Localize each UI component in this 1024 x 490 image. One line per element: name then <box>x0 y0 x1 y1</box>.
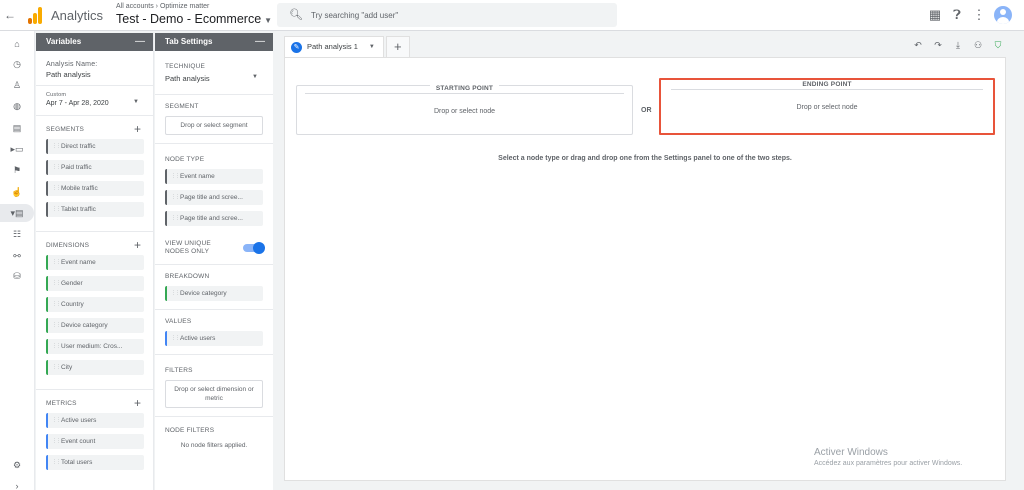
node-type-chip[interactable]: Page title and scree... <box>165 211 263 226</box>
segment-chip[interactable]: Direct traffic <box>46 139 144 154</box>
tab-settings-header: Tab Settings — <box>155 33 273 51</box>
apps-grid-icon[interactable]: ▦ <box>928 6 942 24</box>
add-metric-icon[interactable]: + <box>134 396 141 410</box>
starting-point-title: STARTING POINT <box>429 85 500 92</box>
download-icon[interactable]: ⤓ <box>952 40 964 51</box>
top-right-icons: ▦ ❓︎ ⋮ <box>928 6 1012 24</box>
dimension-chip[interactable]: Event name <box>46 255 144 270</box>
filters-drop-zone[interactable]: Drop or select dimension or metric <box>165 380 263 408</box>
node-type-chip[interactable]: Page title and scree... <box>165 190 263 205</box>
devices-icon[interactable]: ▸▭ <box>8 142 26 156</box>
analysis-tabs: ✎ Path analysis 1 ▼ + <box>284 36 410 57</box>
unique-nodes-toggle[interactable] <box>243 242 265 254</box>
tab-path-analysis-1[interactable]: ✎ Path analysis 1 ▼ <box>284 36 384 57</box>
date-range-selector[interactable]: Custom Apr 7 - Apr 28, 2020 ▼ <box>36 86 153 116</box>
network-icon[interactable]: ⚯ <box>8 249 26 263</box>
clock-icon[interactable]: ◷ <box>8 57 26 71</box>
search-icon: 🔍︎ <box>289 9 303 21</box>
help-icon[interactable]: ❓︎ <box>950 6 964 24</box>
breadcrumb[interactable]: All accounts › Optimize matter <box>116 3 209 10</box>
analysis-name-label: Analysis Name: <box>46 61 98 68</box>
person-icon[interactable]: ♙ <box>8 78 26 92</box>
dimension-chip[interactable]: Country <box>46 297 144 312</box>
variables-panel: Variables — Analysis Name: Path analysis … <box>36 33 154 490</box>
metrics-section: METRICS + Active users Event count Total… <box>36 390 153 478</box>
dimensions-section: DIMENSIONS + Event name Gender Country D… <box>36 232 153 390</box>
segment-drop-zone[interactable]: Drop or select segment <box>165 116 263 135</box>
more-vert-icon[interactable]: ⋮ <box>972 6 986 24</box>
share-icon[interactable]: ⚇ <box>972 40 984 51</box>
dimension-chip[interactable]: Device category <box>46 318 144 333</box>
database-icon[interactable]: ⛁ <box>8 269 26 283</box>
redo-icon[interactable]: ↷ <box>932 40 944 51</box>
canvas-hint: Select a node type or drag and drop one … <box>498 155 792 162</box>
starting-point-drop: Drop or select node <box>433 108 496 115</box>
search-bar[interactable]: 🔍︎ <box>277 3 617 27</box>
hand-icon[interactable]: ☝ <box>8 185 26 199</box>
technique-select[interactable]: Path analysis ▼ <box>165 74 260 86</box>
settings-icon[interactable]: ⚙ <box>8 458 26 472</box>
search-input[interactable] <box>311 8 601 22</box>
metric-chip[interactable]: Event count <box>46 434 144 449</box>
home-icon[interactable]: ⌂ <box>8 37 26 51</box>
shield-icon[interactable]: ⛉ <box>992 40 1004 51</box>
starting-point-node[interactable]: STARTING POINT Drop or select node <box>296 85 633 135</box>
minimize-icon[interactable]: — <box>255 33 265 51</box>
add-tab-button[interactable]: + <box>385 36 410 57</box>
property-name: Test - Demo - Ecommerce <box>116 12 262 26</box>
chevron-down-icon: ▼ <box>264 16 273 25</box>
add-segment-icon[interactable]: + <box>134 122 141 136</box>
table-icon[interactable]: ▤ <box>8 121 26 135</box>
undo-icon[interactable]: ↶ <box>912 40 924 51</box>
analysis-canvas: STARTING POINT Drop or select node OR EN… <box>284 57 1006 481</box>
analytics-logo <box>28 6 44 24</box>
avatar[interactable] <box>994 6 1012 24</box>
segment-chip[interactable]: Tablet traffic <box>46 202 144 217</box>
ending-point-highlight: ENDING POINT Drop or select node <box>659 78 995 135</box>
segments-section: SEGMENTS + Direct traffic Paid traffic M… <box>36 116 153 232</box>
ending-point-node[interactable]: ENDING POINT Drop or select node <box>663 81 991 131</box>
audience-icon[interactable]: ☷ <box>8 227 26 241</box>
property-selector[interactable]: Test - Demo - Ecommerce ▼ <box>116 12 272 26</box>
node-type-chip[interactable]: Event name <box>165 169 263 184</box>
top-bar: ← Analytics All accounts › Optimize matt… <box>0 0 1024 31</box>
ending-point-title: ENDING POINT <box>796 81 858 88</box>
pencil-icon[interactable]: ✎ <box>291 41 302 53</box>
dimension-chip[interactable]: Gender <box>46 276 144 291</box>
flag-icon[interactable]: ⚑ <box>8 163 26 177</box>
values-chip[interactable]: Active users <box>165 331 263 346</box>
explore-icon[interactable]: ▾▤ <box>0 204 34 222</box>
ending-point-drop: Drop or select node <box>796 104 858 111</box>
app-name: Analytics <box>51 8 104 23</box>
variables-header: Variables — <box>36 33 153 51</box>
analysis-name[interactable]: Path analysis <box>46 70 143 79</box>
left-nav-rail: ⌂ ◷ ♙ ◍ ▤ ▸▭ ⚑ ☝ ▾▤ ☷ ⚯ ⛁ ⚙ › <box>0 31 35 490</box>
metric-chip[interactable]: Total users <box>46 455 144 470</box>
chevron-down-icon[interactable]: ▼ <box>369 37 375 57</box>
segment-chip[interactable]: Paid traffic <box>46 160 144 175</box>
unique-nodes-label: VIEW UNIQUE NODES ONLY <box>165 240 211 255</box>
tab-settings-panel: Tab Settings — TECHNIQUE Path analysis ▼ S… <box>155 33 273 490</box>
chevron-right-icon[interactable]: › <box>8 479 26 490</box>
dimension-chip[interactable]: User medium: Cros... <box>46 339 144 354</box>
chevron-down-icon: ▼ <box>133 99 139 105</box>
add-dimension-icon[interactable]: + <box>134 238 141 252</box>
dimension-chip[interactable]: City <box>46 360 144 375</box>
segment-chip[interactable]: Mobile traffic <box>46 181 144 196</box>
windows-activation-watermark: Activer Windows Accédez aux paramètres p… <box>814 447 963 467</box>
minimize-icon[interactable]: — <box>135 33 145 51</box>
arrow-left-icon[interactable]: ← <box>4 8 16 22</box>
or-label: OR <box>641 107 652 114</box>
metric-chip[interactable]: Active users <box>46 413 144 428</box>
node-filters-empty: No node filters applied. <box>180 442 248 449</box>
globe-icon[interactable]: ◍ <box>8 99 26 113</box>
canvas-toolbar: ↶ ↷ ⤓ ⚇ ⛉ <box>912 40 1004 51</box>
breakdown-chip[interactable]: Device category <box>165 286 263 301</box>
chevron-down-icon: ▼ <box>252 74 258 80</box>
